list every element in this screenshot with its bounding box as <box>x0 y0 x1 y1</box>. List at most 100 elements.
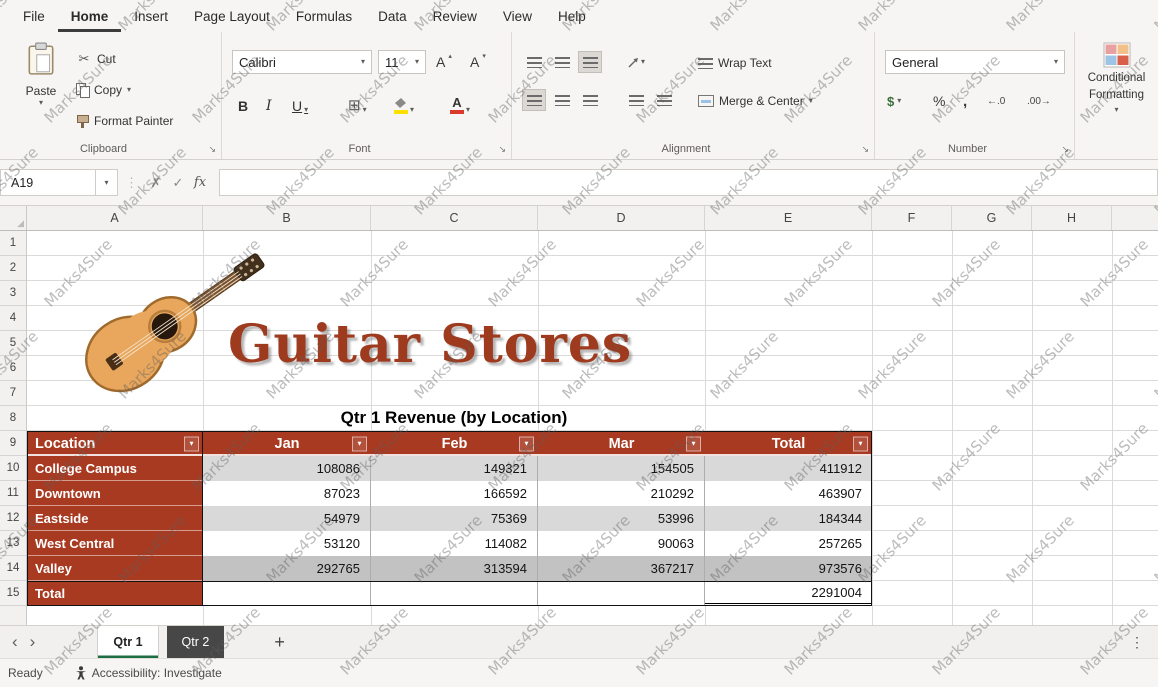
borders-button[interactable]: ⊞ ▾ <box>348 90 367 114</box>
column-header-h[interactable]: H <box>1032 206 1112 230</box>
cut-button[interactable]: ✂ Cut <box>76 48 116 70</box>
cell-location[interactable]: Eastside <box>27 506 203 531</box>
ribbon-tab-page-layout[interactable]: Page Layout <box>181 0 283 32</box>
sheet-nav-right-icon[interactable]: › <box>30 632 36 652</box>
top-align-button[interactable] <box>522 51 546 73</box>
format-painter-button[interactable]: Format Painter <box>76 110 173 132</box>
comma-style-button[interactable]: , <box>963 89 967 113</box>
cell-total[interactable]: 411912 <box>705 456 872 481</box>
filter-dropdown-button[interactable]: ▾ <box>686 436 701 451</box>
column-header-c[interactable]: C <box>371 206 538 230</box>
row-header-14[interactable]: 14 <box>0 556 26 581</box>
ribbon-tab-data[interactable]: Data <box>365 0 420 32</box>
ribbon-tab-help[interactable]: Help <box>545 0 599 32</box>
ribbon-tab-view[interactable]: View <box>490 0 545 32</box>
bold-button[interactable]: B <box>238 90 248 114</box>
center-button[interactable] <box>550 89 574 111</box>
filter-dropdown-button[interactable]: ▾ <box>184 436 199 451</box>
sheet-tab-qtr1[interactable]: Qtr 1 <box>97 626 158 658</box>
cell-jan[interactable]: 53120 <box>203 531 371 556</box>
cell-jan[interactable]: 292765 <box>203 556 371 581</box>
cell-mar[interactable]: 90063 <box>538 531 705 556</box>
cell-feb[interactable] <box>371 581 538 606</box>
header-cell-feb[interactable]: Feb ▾ <box>371 431 538 456</box>
cell-mar[interactable] <box>538 581 705 606</box>
row-header-11[interactable]: 11 <box>0 481 26 506</box>
column-header-partial[interactable] <box>1112 206 1158 230</box>
header-cell-mar[interactable]: Mar ▾ <box>538 431 705 456</box>
underline-button[interactable]: U ▾ <box>292 90 308 114</box>
row-header-1[interactable]: 1 <box>0 231 26 256</box>
ribbon-tab-file[interactable]: File <box>10 0 58 32</box>
cell-feb[interactable]: 166592 <box>371 481 538 506</box>
font-size-select[interactable]: 11 ▾ <box>378 50 426 74</box>
cell-total[interactable]: 257265 <box>705 531 872 556</box>
filter-dropdown-button[interactable]: ▾ <box>519 436 534 451</box>
column-header-b[interactable]: B <box>203 206 371 230</box>
font-name-select[interactable]: Calibri ▾ <box>232 50 372 74</box>
cell-mar[interactable]: 210292 <box>538 481 705 506</box>
decrease-indent-button[interactable] <box>624 89 648 111</box>
insert-function-button[interactable]: fx <box>189 175 211 190</box>
merge-center-button[interactable]: Merge & Center ▾ <box>698 89 813 113</box>
cell-location[interactable]: West Central <box>27 531 203 556</box>
row-header-10[interactable]: 10 <box>0 456 26 481</box>
ribbon-tab-review[interactable]: Review <box>420 0 490 32</box>
cell-jan[interactable]: 87023 <box>203 481 371 506</box>
cell-mar[interactable]: 53996 <box>538 506 705 531</box>
wrap-text-button[interactable]: Wrap Text <box>698 51 772 75</box>
cell-feb[interactable]: 75369 <box>371 506 538 531</box>
cell-jan[interactable]: 54979 <box>203 506 371 531</box>
bottom-align-button[interactable] <box>578 51 602 73</box>
increase-font-size-button[interactable]: A ▴ <box>436 50 452 74</box>
cell-location[interactable]: Valley <box>27 556 203 581</box>
name-box[interactable]: A19 <box>0 169 96 196</box>
cell-jan[interactable] <box>203 581 371 606</box>
cell-mar[interactable]: 367217 <box>538 556 705 581</box>
select-all-corner[interactable]: ◢ <box>0 206 27 230</box>
cell-feb[interactable]: 313594 <box>371 556 538 581</box>
percent-style-button[interactable]: % <box>933 89 945 113</box>
sheet-nav-left-icon[interactable]: ‹ <box>12 632 18 652</box>
column-header-f[interactable]: F <box>872 206 952 230</box>
increase-indent-button[interactable] <box>652 89 676 111</box>
cell-mar[interactable]: 154505 <box>538 456 705 481</box>
ribbon-tab-insert[interactable]: Insert <box>121 0 181 32</box>
cell-location[interactable]: Total <box>27 581 203 606</box>
row-header-12[interactable]: 12 <box>0 506 26 531</box>
cell-feb[interactable]: 114082 <box>371 531 538 556</box>
orientation-button[interactable]: ▾ <box>624 51 648 73</box>
row-header-6[interactable]: 6 <box>0 356 26 381</box>
number-format-select[interactable]: General ▾ <box>885 50 1065 74</box>
cell-total[interactable]: 463907 <box>705 481 872 506</box>
name-box-dropdown[interactable]: ▾ <box>96 169 118 196</box>
enter-button[interactable]: ✓ <box>167 175 189 191</box>
cell-location[interactable]: Downtown <box>27 481 203 506</box>
decrease-decimal-button[interactable]: .00→ <box>1027 89 1051 113</box>
cell-total[interactable]: 973576 <box>705 556 872 581</box>
decrease-font-size-button[interactable]: A ▾ <box>470 50 486 74</box>
italic-button[interactable]: I <box>266 90 272 114</box>
row-header-2[interactable]: 2 <box>0 256 26 281</box>
header-cell-total[interactable]: Total ▾ <box>705 431 872 456</box>
accounting-format-button[interactable]: $ ▾ <box>887 89 901 113</box>
row-header-9[interactable]: 9 <box>0 431 26 456</box>
paste-button[interactable]: Paste ▾ <box>14 42 68 107</box>
align-left-button[interactable] <box>522 89 546 111</box>
middle-align-button[interactable] <box>550 51 574 73</box>
row-header-7[interactable]: 7 <box>0 381 26 406</box>
filter-dropdown-button[interactable]: ▾ <box>853 436 868 451</box>
copy-button[interactable]: Copy ▾ <box>76 79 131 101</box>
row-header-15[interactable]: 15 <box>0 581 26 606</box>
more-options-icon[interactable]: ⋮ <box>1130 634 1144 651</box>
dialog-launcher-icon[interactable]: ↘ <box>498 144 506 155</box>
dialog-launcher-icon[interactable]: ↘ <box>1061 144 1069 155</box>
row-header-5[interactable]: 5 <box>0 331 26 356</box>
formula-input[interactable] <box>219 169 1158 196</box>
increase-decimal-button[interactable]: ←.0 <box>987 89 1005 113</box>
header-cell-location[interactable]: Location ▾ <box>27 431 203 456</box>
dialog-launcher-icon[interactable]: ↘ <box>208 144 216 155</box>
cell-jan[interactable]: 108086 <box>203 456 371 481</box>
cell-total[interactable]: 184344 <box>705 506 872 531</box>
fill-color-button[interactable]: ▾ <box>394 90 414 114</box>
